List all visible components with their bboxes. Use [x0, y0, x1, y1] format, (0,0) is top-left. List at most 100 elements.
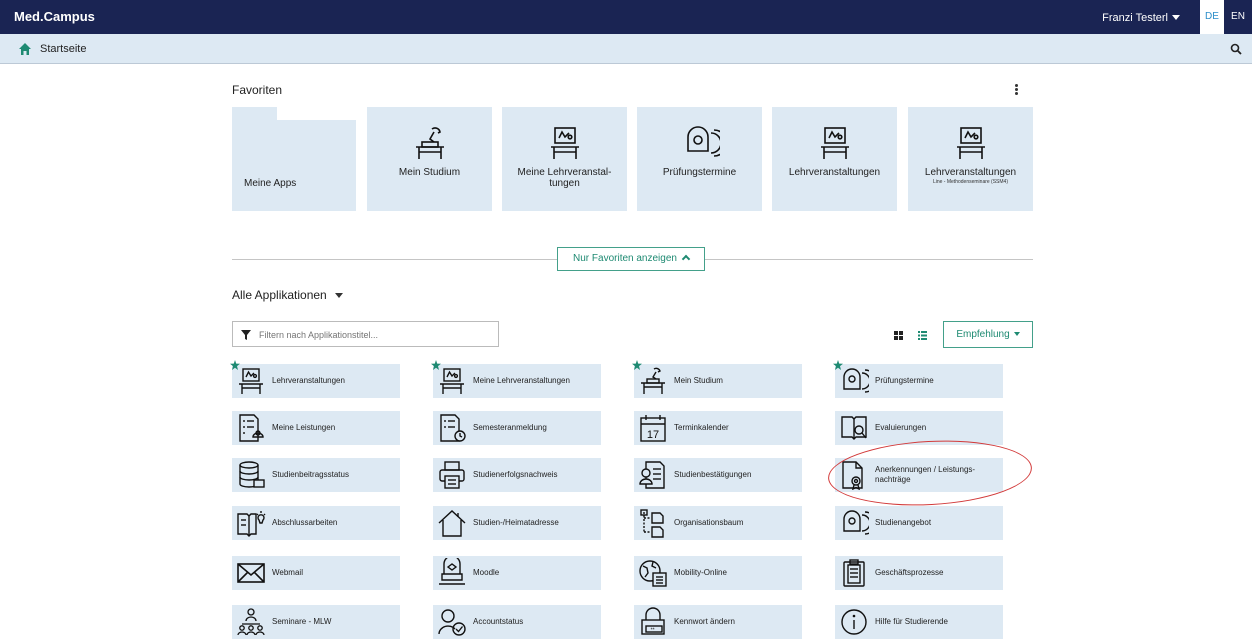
app-tile-organisationsbaum[interactable]: Organisationsbaum	[634, 506, 802, 540]
document-seal-icon	[842, 461, 863, 490]
fav-tile-label: Meine Lehrveranstal-tungen	[517, 167, 612, 189]
app-tile-semesteranmeldung[interactable]: Semesteranmeldung	[433, 411, 601, 445]
kebab-menu-icon[interactable]	[1015, 84, 1021, 96]
search-icon[interactable]	[1230, 43, 1242, 55]
lecture-board-icon	[821, 127, 849, 159]
app-label: Anerkennungen / Leistungs-nachträge	[875, 465, 976, 484]
desk-lamp-icon	[416, 127, 444, 159]
document-clock-icon	[440, 414, 466, 442]
app-tile-terminkalender[interactable]: 17 Terminkalender	[634, 411, 802, 445]
app-label: Accountstatus	[473, 617, 524, 626]
show-favorites-only-button[interactable]: Nur Favoriten anzeigen	[557, 247, 705, 271]
list-view-icon[interactable]	[918, 331, 927, 340]
desk-lamp-icon	[641, 367, 665, 394]
app-label: Studienbeitragsstatus	[272, 470, 349, 479]
app-tile-anerkennungen[interactable]: Anerkennungen / Leistungs-nachträge	[835, 458, 1003, 492]
calendar-icon: 17	[640, 415, 666, 442]
filter-icon	[241, 330, 251, 340]
caret-down-icon	[1013, 332, 1020, 336]
folder-tab	[232, 107, 277, 121]
divider	[705, 259, 1033, 260]
app-tile-seminare-mlw[interactable]: Seminare - MLW	[232, 605, 400, 639]
app-tile-hilfe-fuer-studierende[interactable]: Hilfe für Studierende	[835, 605, 1003, 639]
svg-text:17: 17	[647, 429, 659, 441]
clipboard-icon	[843, 559, 865, 587]
svg-text:**_: **_	[651, 628, 658, 634]
fav-tile-lehrveranstaltungen[interactable]: Lehrveranstaltungen	[772, 107, 897, 211]
favorites-heading: Favoriten	[232, 83, 283, 97]
app-tile-geschaeftsprozesse[interactable]: Geschäftsprozesse	[835, 556, 1003, 590]
app-label: Meine Leistungen	[272, 423, 336, 432]
app-tile-lehrveranstaltungen[interactable]: Lehrveranstaltungen	[230, 360, 400, 398]
app-tile-studienbeitragsstatus[interactable]: Studienbeitragsstatus	[232, 458, 400, 492]
app-brand[interactable]: Med.Campus	[14, 9, 95, 24]
fav-tile-meine-apps[interactable]: Meine Apps	[232, 120, 356, 211]
thesis-bulb-icon	[237, 511, 266, 537]
app-label: Kennwort ändern	[674, 617, 735, 626]
certificate-icon	[639, 461, 665, 489]
exam-head-icon	[843, 368, 869, 393]
home-icon[interactable]	[18, 42, 32, 56]
app-label: Semesteranmeldung	[473, 423, 547, 432]
user-name: Franzi Testerl	[1102, 12, 1168, 24]
app-label: Studienangebot	[875, 518, 932, 527]
app-label: Mobility-Online	[674, 568, 727, 577]
app-label: Studien-/Heimatadresse	[473, 518, 559, 527]
page-title[interactable]: Startseite	[40, 43, 86, 55]
app-tile-mein-studium[interactable]: Mein Studium	[632, 360, 802, 398]
sort-dropdown[interactable]: Empfehlung	[943, 321, 1033, 348]
book-search-icon	[841, 416, 867, 440]
all-apps-dropdown[interactable]: Alle Applikationen	[232, 288, 343, 302]
app-tile-accountstatus[interactable]: Accountstatus	[433, 605, 601, 639]
app-tile-moodle[interactable]: Moodle	[433, 556, 601, 590]
lecture-board-icon	[957, 127, 985, 159]
app-label: Mein Studium	[674, 376, 723, 385]
app-tile-kennwort-aendern[interactable]: **_ Kennwort ändern	[634, 605, 802, 639]
fav-tile-label: Lehrveranstaltungen	[788, 167, 881, 178]
document-list-icon	[239, 414, 264, 442]
user-menu[interactable]: Franzi Testerl	[1102, 12, 1180, 24]
app-tile-evaluierungen[interactable]: Evaluierungen	[835, 411, 1003, 445]
exam-head-icon	[687, 126, 720, 157]
app-tile-studien-heimatadresse[interactable]: Studien-/Heimatadresse	[433, 506, 601, 540]
app-tile-mobility-online[interactable]: Mobility-Online	[634, 556, 802, 590]
app-label: Seminare - MLW	[272, 617, 332, 626]
fav-tile-lehrveranstaltungen-ssm4[interactable]: Lehrveranstaltungen Line - Methodensemin…	[908, 107, 1033, 211]
toggle-label: Nur Favoriten anzeigen	[573, 253, 677, 264]
filter-input[interactable]	[259, 326, 489, 343]
app-tile-pruefungstermine[interactable]: Prüfungstermine	[833, 360, 1003, 398]
lock-password-icon: **_	[641, 607, 665, 635]
app-tile-studienerfolgsnachweis[interactable]: Studienerfolgsnachweis	[433, 458, 601, 492]
fav-tile-pruefungstermine[interactable]: Prüfungstermine	[637, 107, 762, 211]
lang-en-button[interactable]: EN	[1226, 0, 1250, 34]
exam-head-icon	[843, 510, 869, 535]
lecture-board-icon	[239, 368, 263, 394]
printer-icon	[439, 461, 465, 489]
fav-tile-label: Meine Apps	[244, 178, 297, 189]
app-tile-meine-lehrveranstaltungen[interactable]: Meine Lehrveranstaltungen	[431, 360, 601, 398]
user-check-icon	[438, 609, 466, 636]
app-tile-studienangebot[interactable]: Studienangebot	[835, 506, 1003, 540]
app-label: Lehrveranstaltungen	[272, 376, 345, 385]
lang-de-button[interactable]: DE	[1200, 0, 1224, 34]
app-label: Studienerfolgsnachweis	[473, 470, 558, 479]
moodle-hat-icon	[439, 558, 465, 585]
fav-tile-mein-studium[interactable]: Mein Studium	[367, 107, 492, 211]
lecture-board-icon	[551, 127, 579, 159]
sort-label: Empfehlung	[956, 329, 1010, 340]
lecture-board-icon	[440, 368, 464, 394]
app-tile-meine-leistungen[interactable]: Meine Leistungen	[232, 411, 400, 445]
app-label: Webmail	[272, 568, 303, 577]
app-tile-studienbestaetigungen[interactable]: Studienbestätigungen	[634, 458, 802, 492]
fav-tile-meine-lehrveranstaltungen[interactable]: Meine Lehrveranstal-tungen	[502, 107, 627, 211]
app-label: Geschäftsprozesse	[875, 568, 944, 577]
divider	[232, 259, 557, 260]
grid-view-icon[interactable]	[894, 331, 903, 340]
app-label: Prüfungstermine	[875, 376, 934, 385]
app-label: Moodle	[473, 568, 500, 577]
app-tile-abschlussarbeiten[interactable]: Abschlussarbeiten	[232, 506, 400, 540]
info-circle-icon	[841, 609, 867, 635]
app-tile-webmail[interactable]: Webmail	[232, 556, 400, 590]
app-label: Meine Lehrveranstaltungen	[473, 376, 570, 385]
filter-field[interactable]	[232, 321, 499, 347]
